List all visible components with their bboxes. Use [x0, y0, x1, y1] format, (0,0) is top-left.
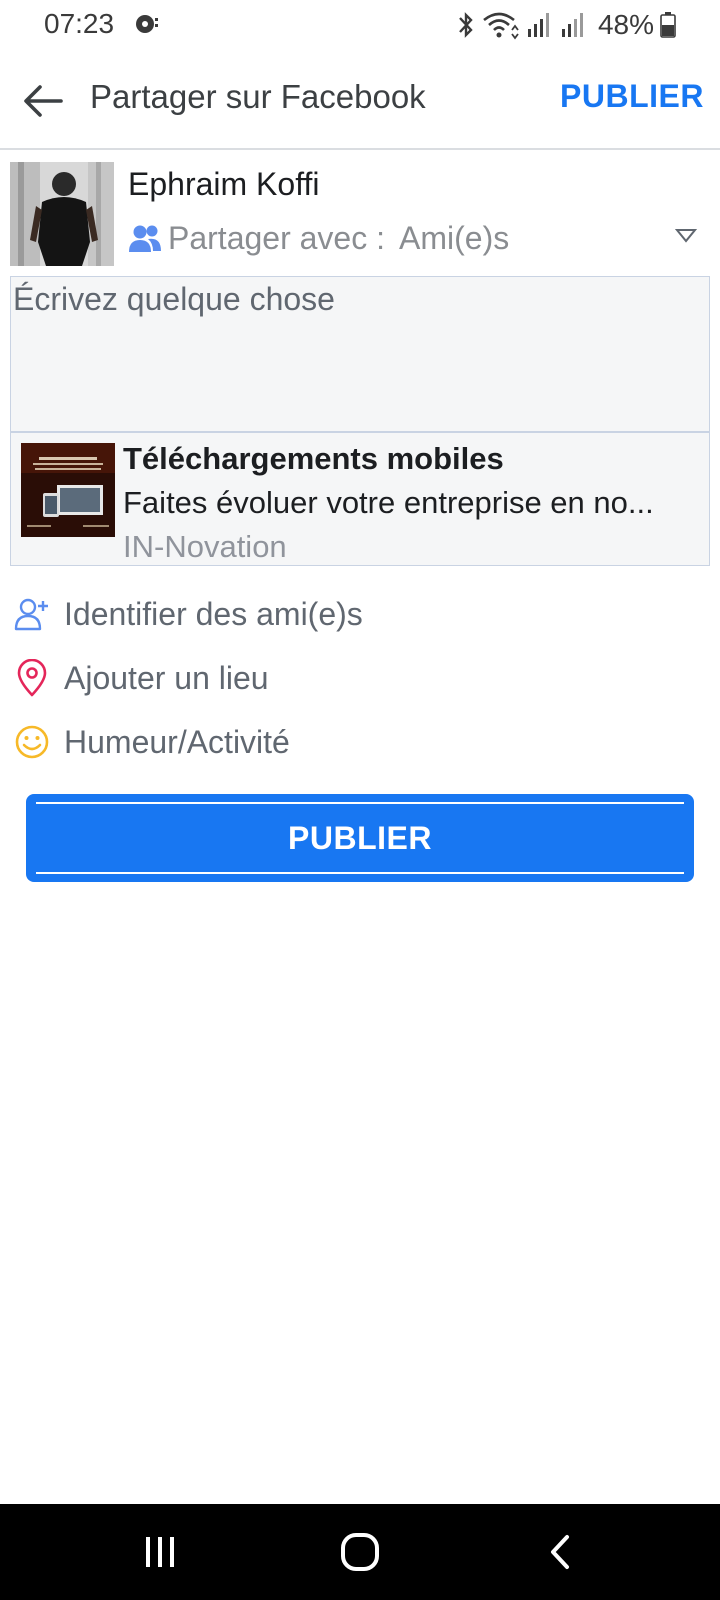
signal-icon — [527, 13, 549, 37]
link-thumbnail — [21, 443, 115, 537]
button-border-line — [36, 802, 684, 804]
publish-button[interactable]: PUBLIER — [26, 794, 694, 882]
arrow-left-icon — [24, 85, 63, 117]
recent-apps-button[interactable] — [130, 1524, 190, 1580]
option-label: Identifier des ami(e)s — [64, 595, 363, 632]
back-nav-button[interactable] — [530, 1524, 590, 1580]
status-time: 07:23 — [44, 8, 115, 39]
publish-top-button[interactable]: PUBLIER — [560, 78, 704, 115]
wifi-icon — [483, 12, 519, 40]
post-text-input[interactable] — [11, 277, 709, 431]
location-pin-icon — [12, 658, 52, 698]
publish-button-label: PUBLIER — [288, 819, 432, 856]
option-tag-friends[interactable]: Identifier des ami(e)s — [12, 586, 702, 642]
recent-apps-icon — [146, 1537, 174, 1567]
button-border-line — [36, 872, 684, 874]
friends-icon — [129, 225, 161, 252]
home-button[interactable] — [330, 1524, 390, 1580]
share-audience-value: Ami(e)s — [399, 219, 510, 256]
battery-percent: 48% — [597, 9, 654, 40]
app-bar: Partager sur Facebook PUBLIER — [0, 52, 720, 150]
back-button[interactable] — [18, 76, 68, 126]
option-label: Ajouter un lieu — [64, 659, 269, 696]
triangle-down-icon — [674, 229, 698, 243]
signal-icon-2 — [561, 13, 583, 37]
option-label: Humeur/Activité — [64, 723, 290, 760]
home-icon — [341, 1533, 379, 1571]
profile-photo — [10, 162, 114, 266]
option-add-location[interactable]: Ajouter un lieu — [12, 650, 702, 706]
share-label: Partager avec : — [168, 219, 385, 256]
status-bar: 07:23 48% — [0, 0, 720, 50]
smiley-icon — [12, 722, 52, 762]
page-title: Partager sur Facebook — [90, 78, 426, 115]
avatar — [10, 162, 114, 266]
link-preview-card[interactable]: Téléchargements mobiles Faites évoluer v… — [10, 432, 710, 566]
user-name: Ephraim Koffi — [128, 166, 320, 202]
chevron-left-icon — [551, 1535, 569, 1569]
battery-icon — [660, 12, 676, 38]
media-recording-icon — [136, 15, 158, 33]
tag-friends-icon — [12, 594, 52, 634]
link-title: Téléchargements mobiles — [123, 441, 504, 476]
status-icons: 48% — [456, 8, 676, 42]
option-mood-activity[interactable]: Humeur/Activité — [12, 714, 702, 770]
audience-selector[interactable]: Partager avec : Ami(e)s — [128, 216, 708, 260]
post-composer — [10, 276, 710, 432]
link-source: IN-Novation — [123, 529, 287, 564]
bluetooth-icon — [459, 12, 473, 38]
link-description: Faites évoluer votre entreprise en no... — [123, 485, 654, 520]
system-navigation-bar — [0, 1504, 720, 1600]
